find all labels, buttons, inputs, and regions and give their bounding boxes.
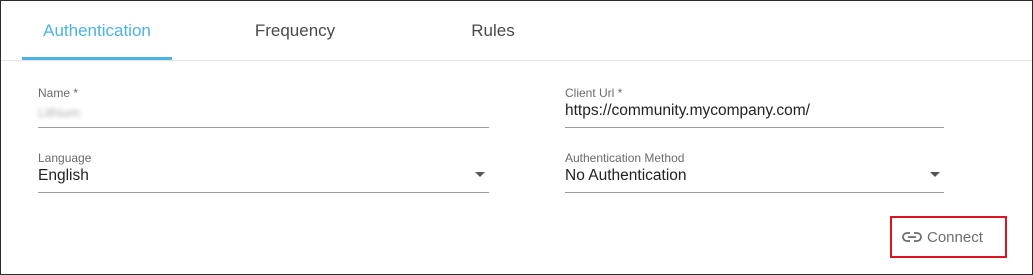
tab-rules[interactable]: Rules <box>413 1 573 60</box>
tab-label: Authentication <box>43 20 151 40</box>
tab-bar: Authentication Frequency Rules <box>1 1 1032 61</box>
name-value: Lithium <box>38 105 80 120</box>
tab-label: Frequency <box>254 20 336 40</box>
name-label: Name * <box>38 86 79 100</box>
tab-authentication[interactable]: Authentication <box>22 1 172 60</box>
client-url-underline <box>565 127 944 128</box>
auth-method-select[interactable]: Authentication Method No Authentication <box>565 151 944 193</box>
language-underline <box>38 192 489 193</box>
connect-button[interactable]: Connect <box>895 221 989 253</box>
tab-frequency[interactable]: Frequency <box>215 1 375 60</box>
connect-label: Connect <box>927 228 983 246</box>
language-value: English <box>38 167 89 184</box>
client-url-field[interactable]: Client Url * https://community.mycompany… <box>565 86 944 128</box>
client-url-label: Client Url * <box>565 86 623 100</box>
chevron-down-icon[interactable] <box>930 172 940 177</box>
language-label: Language <box>38 151 92 165</box>
auth-method-label: Authentication Method <box>565 151 685 165</box>
link-icon <box>901 231 923 243</box>
language-select[interactable]: Language English <box>38 151 489 193</box>
auth-method-value: No Authentication <box>565 167 687 184</box>
client-url-value: https://community.mycompany.com/ <box>565 102 810 119</box>
tab-label: Rules <box>471 20 515 40</box>
chevron-down-icon[interactable] <box>475 172 485 177</box>
settings-panel: Authentication Frequency Rules Name * Li… <box>0 0 1033 275</box>
name-underline <box>38 127 489 128</box>
auth-method-underline <box>565 192 944 193</box>
name-field[interactable]: Name * Lithium <box>38 86 489 128</box>
